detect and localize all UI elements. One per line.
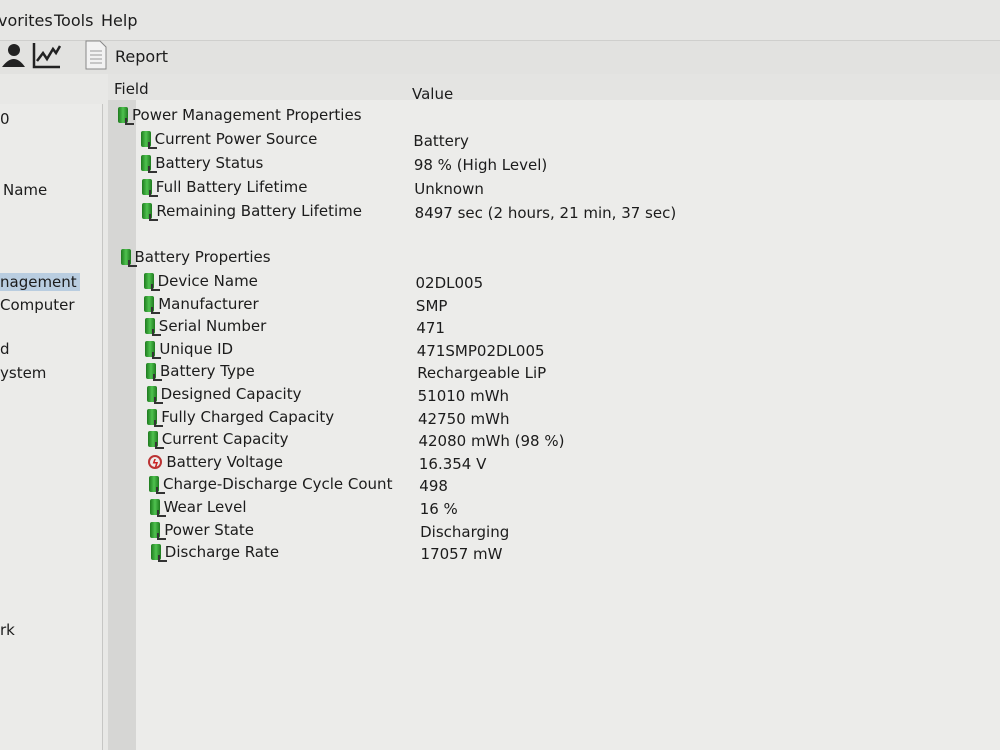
sidebar-tree[interactable]: 0 Name nagement Computer d ystem rk bbox=[0, 104, 103, 750]
field-value: Unknown bbox=[414, 180, 484, 198]
table-row[interactable]: Current Capacity 42080 mWh (98 %) bbox=[147, 430, 748, 452]
field-name: Battery Voltage bbox=[166, 452, 283, 471]
table-header: Field Value bbox=[108, 74, 1000, 103]
menu-tools[interactable]: Tools bbox=[54, 11, 93, 30]
field-value: Rechargeable LiP bbox=[417, 364, 547, 383]
table-row[interactable]: Serial Number 471 bbox=[144, 317, 745, 339]
field-name: Remaining Battery Lifetime bbox=[156, 202, 363, 220]
sidebar-item[interactable]: ystem bbox=[0, 364, 46, 382]
voltage-icon: ϟ bbox=[148, 454, 163, 470]
field-value: 02DL005 bbox=[415, 274, 484, 292]
sidebar-item[interactable]: d bbox=[0, 340, 10, 358]
field-name: Current Power Source bbox=[154, 130, 318, 148]
chart-icon[interactable] bbox=[32, 41, 62, 69]
field-value: Discharging bbox=[420, 522, 510, 541]
table-row[interactable]: Full Battery Lifetime Unknown bbox=[141, 178, 742, 200]
field-value: 51010 mWh bbox=[417, 387, 510, 405]
battery-icon bbox=[147, 431, 164, 450]
battery-icon bbox=[146, 363, 162, 382]
table-row[interactable]: Discharge Rate 17057 mW bbox=[150, 543, 751, 565]
battery-icon bbox=[146, 386, 163, 404]
battery-icon bbox=[140, 131, 157, 149]
field-name: Fully Charged Capacity bbox=[161, 407, 335, 426]
sidebar: 0 Name nagement Computer d ystem rk bbox=[0, 74, 109, 750]
battery-icon bbox=[141, 179, 158, 197]
field-value: 471 bbox=[416, 319, 445, 338]
table-row[interactable]: Battery Status 98 % (High Level) bbox=[141, 154, 741, 176]
field-name: Serial Number bbox=[158, 317, 267, 336]
group-title: Power Management Properties bbox=[132, 106, 362, 124]
battery-icon bbox=[149, 476, 165, 495]
battery-icon bbox=[143, 273, 160, 291]
toolbar: Report bbox=[0, 40, 1000, 75]
column-header-field[interactable]: Field bbox=[114, 80, 149, 98]
table-row[interactable]: Current Power Source Battery bbox=[140, 130, 741, 152]
menu-bar: vorites Tools Help bbox=[0, 0, 1000, 40]
users-icon[interactable] bbox=[0, 41, 26, 69]
battery-icon bbox=[150, 544, 167, 563]
sidebar-item[interactable]: rk bbox=[0, 621, 15, 639]
sidebar-item-selected[interactable]: nagement bbox=[0, 273, 80, 291]
menu-favorites[interactable]: vorites bbox=[0, 11, 53, 30]
splitter[interactable] bbox=[108, 74, 136, 750]
sidebar-item[interactable]: Name bbox=[3, 181, 47, 199]
field-name: Unique ID bbox=[159, 339, 234, 358]
sidebar-item[interactable]: Computer bbox=[0, 296, 75, 314]
field-name: Power State bbox=[164, 520, 255, 539]
field-name: Discharge Rate bbox=[164, 543, 280, 562]
report-icon[interactable] bbox=[84, 39, 108, 71]
battery-icon bbox=[142, 203, 159, 221]
battery-icon bbox=[144, 295, 161, 314]
field-value: 98 % (High Level) bbox=[413, 156, 548, 174]
table-row[interactable]: Remaining Battery Lifetime 8497 sec (2 ho… bbox=[142, 202, 742, 224]
battery-icon bbox=[149, 499, 166, 517]
field-name: Charge-Discharge Cycle Count bbox=[163, 475, 393, 494]
menu-help[interactable]: Help bbox=[101, 11, 137, 30]
battery-icon bbox=[120, 249, 137, 267]
report-button[interactable]: Report bbox=[115, 47, 168, 66]
table-row[interactable]: Wear Level 16 % bbox=[149, 498, 750, 520]
field-name: Current Capacity bbox=[161, 430, 289, 449]
field-name: Device Name bbox=[157, 272, 258, 290]
table-row[interactable]: Fully Charged Capacity 42750 mWh bbox=[147, 408, 747, 430]
field-name: Designed Capacity bbox=[160, 385, 302, 403]
table-row[interactable]: Designed Capacity 51010 mWh bbox=[146, 385, 747, 407]
table-row[interactable]: Device Name 02DL005 bbox=[143, 272, 744, 294]
field-value: 8497 sec (2 hours, 21 min, 37 sec) bbox=[414, 204, 677, 222]
battery-icon bbox=[141, 155, 158, 173]
table-row[interactable]: Manufacturer SMP bbox=[144, 295, 744, 317]
field-value: 471SMP02DL005 bbox=[416, 341, 545, 360]
field-value: 498 bbox=[419, 477, 448, 496]
table-row[interactable]: Unique ID 471SMP02DL005 bbox=[145, 340, 745, 362]
field-value: 42750 mWh bbox=[418, 409, 510, 428]
battery-icon bbox=[145, 340, 162, 359]
field-value: 17057 mW bbox=[420, 545, 503, 564]
battery-icon bbox=[144, 318, 161, 337]
sidebar-item[interactable]: 0 bbox=[0, 110, 10, 128]
field-name: Battery Type bbox=[160, 362, 255, 381]
battery-icon bbox=[147, 408, 164, 427]
field-value: 16 % bbox=[419, 500, 458, 518]
field-value: 16.354 V bbox=[418, 454, 487, 473]
field-name: Full Battery Lifetime bbox=[155, 178, 308, 196]
table-row[interactable]: Power State Discharging bbox=[150, 521, 750, 543]
group-title: Battery Properties bbox=[134, 248, 271, 266]
field-name: Battery Status bbox=[155, 154, 264, 172]
field-value: 42080 mWh (98 %) bbox=[418, 432, 565, 451]
battery-icon bbox=[150, 521, 167, 540]
field-name: Manufacturer bbox=[158, 294, 259, 313]
table-row[interactable]: ϟ Battery Voltage 16.354 V bbox=[148, 453, 748, 475]
table-row[interactable]: Battery Type Rechargeable LiP bbox=[146, 362, 746, 384]
table-row[interactable]: Charge-Discharge Cycle Count 498 bbox=[149, 475, 749, 497]
field-name: Wear Level bbox=[163, 498, 247, 516]
field-value: SMP bbox=[415, 296, 448, 315]
field-value: Battery bbox=[413, 132, 469, 150]
battery-icon bbox=[118, 107, 134, 125]
details-table: Power Management Properties Current Power… bbox=[118, 100, 1000, 750]
